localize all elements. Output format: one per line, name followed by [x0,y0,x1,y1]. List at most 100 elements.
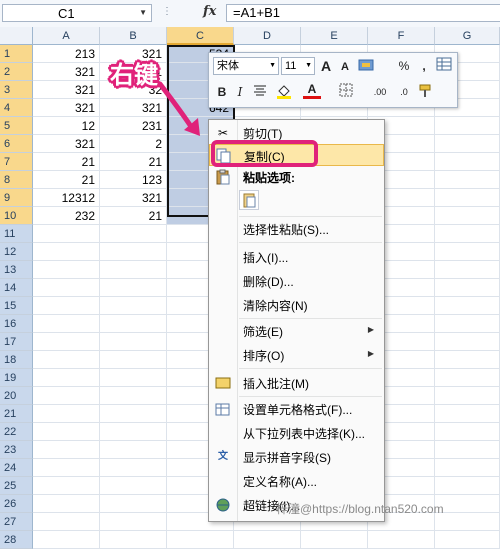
menu-item-define-name[interactable]: 定义名称(A)... [209,470,384,492]
cell-g17[interactable] [435,333,500,351]
cell-g27[interactable] [435,513,500,531]
font-size-box[interactable]: 11 ▼ [281,57,315,75]
row-header-2[interactable]: 2 [0,63,33,81]
column-header-e[interactable]: E [301,27,368,45]
cell-a12[interactable] [33,243,100,261]
row-header-11[interactable]: 11 [0,225,33,243]
cell-a13[interactable] [33,261,100,279]
row-header-1[interactable]: 1 [0,45,33,63]
cell-a1[interactable]: 213 [33,45,100,63]
cell-b8[interactable]: 123 [100,171,167,189]
row-header-25[interactable]: 25 [0,477,33,495]
cell-a6[interactable]: 321 [33,135,100,153]
cell-d28[interactable] [234,531,301,549]
fill-color-icon[interactable] [275,83,293,101]
cell-g25[interactable] [435,477,500,495]
column-header-b[interactable]: B [100,27,167,45]
row-header-26[interactable]: 26 [0,495,33,513]
cell-g24[interactable] [435,459,500,477]
cell-g23[interactable] [435,441,500,459]
font-color-button[interactable]: A [303,82,321,99]
menu-item-delete[interactable]: 删除(D)... [209,270,384,292]
accounting-format-icon[interactable] [358,57,376,75]
borders-icon[interactable] [337,83,355,101]
row-header-27[interactable]: 27 [0,513,33,531]
cell-b17[interactable] [100,333,167,351]
row-header-13[interactable]: 13 [0,261,33,279]
percent-button[interactable]: % [395,57,413,75]
cell-g11[interactable] [435,225,500,243]
row-header-14[interactable]: 14 [0,279,33,297]
row-header-7[interactable]: 7 [0,153,33,171]
cell-b27[interactable] [100,513,167,531]
cell-g5[interactable] [435,117,500,135]
cell-b24[interactable] [100,459,167,477]
row-header-3[interactable]: 3 [0,81,33,99]
cell-g9[interactable] [435,189,500,207]
menu-item-clear[interactable]: 清除内容(N) [209,294,384,316]
formula-input[interactable]: =A1+B1 [226,4,500,22]
cell-g7[interactable] [435,153,500,171]
column-header-d[interactable]: D [234,27,301,45]
cell-g12[interactable] [435,243,500,261]
row-header-6[interactable]: 6 [0,135,33,153]
cell-b20[interactable] [100,387,167,405]
cell-b12[interactable] [100,243,167,261]
cell-g10[interactable] [435,207,500,225]
cell-b19[interactable] [100,369,167,387]
insert-function-button[interactable]: fx [203,4,216,19]
format-painter-table-icon[interactable] [435,57,453,75]
menu-item-sort[interactable]: 排序(O) ▶ [209,344,384,366]
cell-a2[interactable]: 321 [33,63,100,81]
cell-e28[interactable] [301,531,368,549]
row-header-8[interactable]: 8 [0,171,33,189]
cell-b10[interactable]: 21 [100,207,167,225]
comma-style-button[interactable]: , [415,57,433,75]
cell-b26[interactable] [100,495,167,513]
cell-a8[interactable]: 21 [33,171,100,189]
row-header-19[interactable]: 19 [0,369,33,387]
cell-c28[interactable] [167,531,234,549]
cell-g19[interactable] [435,369,500,387]
cell-b14[interactable] [100,279,167,297]
cell-a20[interactable] [33,387,100,405]
cell-g8[interactable] [435,171,500,189]
row-header-24[interactable]: 24 [0,459,33,477]
cell-g16[interactable] [435,315,500,333]
cell-a22[interactable] [33,423,100,441]
menu-item-paste-special[interactable]: 选择性粘贴(S)... [209,218,384,240]
cell-f28[interactable] [368,531,435,549]
cell-b23[interactable] [100,441,167,459]
cell-b7[interactable]: 21 [100,153,167,171]
menu-item-filter[interactable]: 筛选(E) ▶ [209,320,384,342]
cell-a24[interactable] [33,459,100,477]
column-header-a[interactable]: A [33,27,100,45]
paste-option-button[interactable] [239,190,259,210]
name-box-dropdown-icon[interactable]: ▼ [139,8,147,17]
align-center-icon[interactable] [251,83,269,101]
row-header-21[interactable]: 21 [0,405,33,423]
row-header-28[interactable]: 28 [0,531,33,549]
column-header-c[interactable]: C [167,27,234,45]
cell-b9[interactable]: 321 [100,189,167,207]
grow-font-button[interactable]: A [317,57,335,75]
row-header-22[interactable]: 22 [0,423,33,441]
cell-g20[interactable] [435,387,500,405]
menu-item-pick-list[interactable]: 从下拉列表中选择(K)... [209,422,384,444]
cell-g13[interactable] [435,261,500,279]
row-header-16[interactable]: 16 [0,315,33,333]
row-header-10[interactable]: 10 [0,207,33,225]
cell-g28[interactable] [435,531,500,549]
cell-g26[interactable] [435,495,500,513]
cell-b18[interactable] [100,351,167,369]
cell-b13[interactable] [100,261,167,279]
cell-g14[interactable] [435,279,500,297]
increase-decimal-button[interactable]: .00 [371,83,389,101]
decrease-decimal-button[interactable]: .0 [395,83,413,101]
cell-a17[interactable] [33,333,100,351]
cell-g21[interactable] [435,405,500,423]
cell-a7[interactable]: 21 [33,153,100,171]
cell-a26[interactable] [33,495,100,513]
cell-a27[interactable] [33,513,100,531]
cell-b15[interactable] [100,297,167,315]
